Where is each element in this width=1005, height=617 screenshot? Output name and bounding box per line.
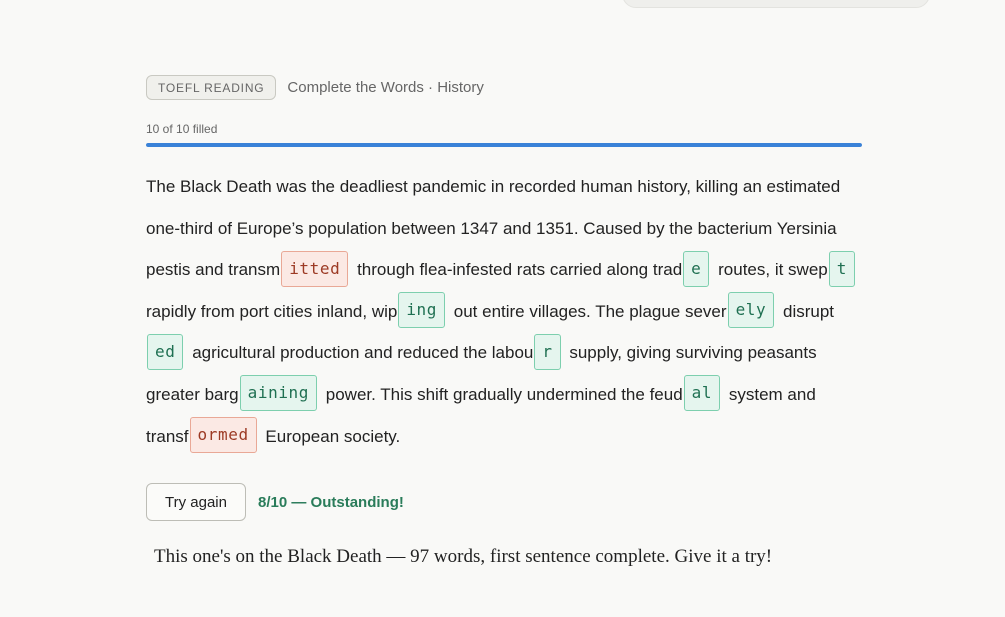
passage-text: disrupt xyxy=(778,301,835,321)
passage-text: routes, it swep xyxy=(713,260,828,280)
passage-text: European society. xyxy=(260,426,401,446)
top-panel-edge xyxy=(622,0,930,8)
word-blank-6[interactable]: ed xyxy=(147,333,184,370)
score-result: 8/10 — Outstanding! xyxy=(258,493,404,511)
reading-passage: The Black Death was the deadliest pandem… xyxy=(146,166,862,457)
word-blank-9[interactable]: al xyxy=(683,375,721,412)
progress-bar xyxy=(146,143,862,147)
exercise-subtitle: Complete the Words · History xyxy=(287,79,484,96)
action-row: Try again 8/10 — Outstanding! xyxy=(146,483,404,521)
passage-text: power. This shift gradually undermined t… xyxy=(321,384,683,404)
chat-message: This one's on the Black Death — 97 words… xyxy=(154,546,773,567)
section-badge: TOEFL READING xyxy=(146,75,277,100)
exercise-header: TOEFL READING Complete the Words · Histo… xyxy=(146,74,862,101)
passage-text: agricultural production and reduced the … xyxy=(187,343,534,363)
try-again-button[interactable]: Try again xyxy=(146,483,246,521)
word-blank-2[interactable]: e xyxy=(683,250,710,287)
word-blank-5[interactable]: ely xyxy=(727,292,775,329)
word-blank-7[interactable]: r xyxy=(534,333,561,370)
passage-text: rapidly from port cities inland, wip xyxy=(146,301,398,321)
word-blank-1[interactable]: itted xyxy=(281,250,349,287)
passage-text: out entire villages. The plague sever xyxy=(449,301,727,321)
exercise-card: TOEFL READING Complete the Words · Histo… xyxy=(146,74,862,457)
word-blank-4[interactable]: ing xyxy=(398,292,446,329)
word-blank-10[interactable]: ormed xyxy=(189,417,257,454)
word-blank-3[interactable]: t xyxy=(828,250,855,287)
word-blank-8[interactable]: aining xyxy=(239,375,318,412)
progress-label: 10 of 10 filled xyxy=(146,122,218,136)
progress-bar-fill xyxy=(146,143,862,147)
passage-text: through flea-infested rats carried along… xyxy=(352,260,683,280)
